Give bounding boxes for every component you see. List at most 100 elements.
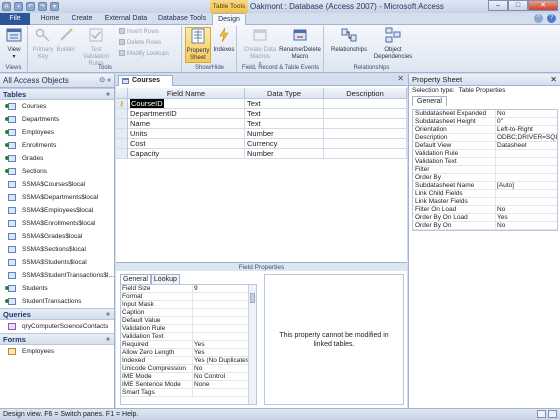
tab-design[interactable]: Design (212, 13, 246, 25)
property-row[interactable]: Field Size 9 (121, 285, 256, 293)
collapse-icon[interactable]: « (106, 89, 110, 100)
redo-icon[interactable]: ↷ (38, 2, 47, 11)
datasheet-view-icon[interactable] (537, 410, 546, 418)
property-row[interactable]: Filter (413, 166, 557, 174)
tab-general[interactable]: General (120, 274, 151, 284)
property-row[interactable]: Subdatasheet Height 0" (413, 118, 557, 126)
data-type-cell[interactable]: Text (245, 109, 324, 119)
maximize-button[interactable]: □ (508, 0, 528, 11)
view-button[interactable]: View ▾ (2, 27, 26, 61)
close-icon[interactable]: ✕ (550, 74, 557, 86)
field-name-cell[interactable]: Units (128, 129, 245, 139)
scrollbar-thumb[interactable] (250, 293, 255, 303)
nav-item-courses[interactable]: Courses (0, 100, 114, 113)
nav-item-employees-form[interactable]: Employees (0, 345, 114, 358)
description-cell[interactable] (324, 149, 407, 159)
help-icon[interactable]: ? (547, 14, 556, 23)
property-row[interactable]: Unicode Compression No (121, 365, 256, 373)
data-type-cell[interactable]: Currency (245, 139, 324, 149)
create-data-macros-button[interactable]: Create Data Macros ▾ (242, 27, 278, 68)
property-row[interactable]: Format (121, 293, 256, 301)
row-selector[interactable]: ⚷ (116, 99, 128, 109)
relationships-button[interactable]: Relationships (329, 27, 369, 54)
nav-item-employees[interactable]: Employees (0, 126, 114, 139)
property-row[interactable]: Subdatasheet Expanded No (413, 110, 557, 118)
data-type-cell[interactable]: Text (245, 119, 324, 129)
field-name-cell[interactable]: Capacity (128, 149, 245, 159)
property-row[interactable]: Indexed Yes (No Duplicates) (121, 357, 256, 365)
property-row[interactable]: Default Value (121, 317, 256, 325)
nav-item-enrollments[interactable]: Enrollments (0, 139, 114, 152)
nav-item-students[interactable]: Students (0, 282, 114, 295)
nav-item-grades[interactable]: Grades (0, 152, 114, 165)
table-row[interactable]: Cost Currency (116, 139, 407, 149)
description-cell[interactable] (324, 139, 407, 149)
nav-item-departments[interactable]: Departments (0, 113, 114, 126)
collapse-icon[interactable]: « (106, 309, 110, 320)
row-selector[interactable] (116, 129, 128, 139)
nav-group-queries[interactable]: Queries « (0, 308, 114, 320)
nav-item-ssma-studenttransactions-local[interactable]: SSMA$StudentTransactions$l... (0, 269, 114, 282)
primary-key-button[interactable]: Primary Key (31, 27, 55, 61)
property-row[interactable]: Order By On No (413, 222, 557, 230)
property-sheet-button[interactable]: Property Sheet (185, 27, 211, 63)
property-row[interactable]: Validation Rule (413, 150, 557, 158)
description-cell[interactable] (324, 109, 407, 119)
row-selector[interactable] (116, 119, 128, 129)
rename-delete-macro-button[interactable]: Rename/Delete Macro (278, 27, 322, 61)
document-tab-courses[interactable]: Courses (118, 75, 173, 86)
nav-item-ssma-sections-local[interactable]: SSMA$Sections$local (0, 243, 114, 256)
nav-item-ssma-students-local[interactable]: SSMA$Students$local (0, 256, 114, 269)
description-cell[interactable] (324, 129, 407, 139)
tab-file[interactable]: File (0, 13, 30, 25)
table-row[interactable]: ⚷ CourseID Text (116, 99, 407, 109)
field-name-cell[interactable]: DepartmentID (128, 109, 245, 119)
field-name-cell[interactable]: Cost (128, 139, 245, 149)
field-name-cell[interactable]: Name (128, 119, 245, 129)
nav-item-ssma-courses-local[interactable]: SSMA$Courses$local (0, 178, 114, 191)
property-row[interactable]: Order By (413, 174, 557, 182)
row-selector[interactable] (116, 139, 128, 149)
row-selector[interactable] (116, 149, 128, 159)
undo-icon[interactable]: ↶ (26, 2, 35, 11)
design-view-icon[interactable] (548, 410, 557, 418)
builder-button[interactable]: Builder (54, 27, 78, 54)
nav-item-ssma-grades-local[interactable]: SSMA$Grades$local (0, 230, 114, 243)
table-row[interactable]: DepartmentID Text (116, 109, 407, 119)
customize-qat-icon[interactable]: ▾ (50, 2, 59, 11)
nav-group-tables[interactable]: Tables « (0, 88, 114, 100)
selected-field-name[interactable]: CourseID (130, 99, 164, 108)
tab-general[interactable]: General (412, 96, 447, 106)
close-button[interactable]: ✕ (528, 0, 558, 11)
row-selector[interactable] (116, 109, 128, 119)
property-row[interactable]: Default View Datasheet (413, 142, 557, 150)
table-row[interactable]: Capacity Number (116, 149, 407, 159)
property-row[interactable]: IME Mode No Control (121, 373, 256, 381)
modify-lookups-button[interactable]: Modify Lookups (119, 50, 169, 58)
nav-item-qrycomputersciencecontacts[interactable]: qryComputerScienceContacts (0, 320, 114, 333)
property-row[interactable]: Smart Tags (121, 389, 256, 397)
property-row[interactable]: Input Mask (121, 301, 256, 309)
minimize-button[interactable]: – (488, 0, 508, 11)
property-row[interactable]: Link Master Fields (413, 198, 557, 206)
data-type-cell[interactable]: Number (245, 149, 324, 159)
nav-item-ssma-enrollments-local[interactable]: SSMA$Enrollments$local (0, 217, 114, 230)
minimize-ribbon-icon[interactable]: ^ (534, 14, 543, 23)
nav-item-studenttransactions[interactable]: StudentTransactions (0, 295, 114, 308)
property-row[interactable]: IME Sentence Mode None (121, 381, 256, 389)
nav-group-forms[interactable]: Forms « (0, 333, 114, 345)
close-document-icon[interactable]: ✕ (397, 74, 404, 83)
tab-external-data[interactable]: External Data (100, 13, 152, 25)
description-cell[interactable] (324, 99, 407, 109)
field-name-cell[interactable]: CourseID (128, 99, 245, 109)
tab-create[interactable]: Create (66, 13, 98, 25)
tab-database-tools[interactable]: Database Tools (153, 13, 211, 25)
nav-item-ssma-departments-local[interactable]: SSMA$Departments$local (0, 191, 114, 204)
object-dependencies-button[interactable]: Object Dependencies (371, 27, 415, 61)
property-row[interactable]: Validation Text (121, 333, 256, 341)
data-type-cell[interactable]: Text (245, 99, 324, 109)
property-row[interactable]: Required Yes (121, 341, 256, 349)
indexes-button[interactable]: Indexes (212, 27, 236, 54)
property-row[interactable]: Subdatasheet Name [Auto] (413, 182, 557, 190)
test-validation-rules-button[interactable]: Test Validation Rules (77, 27, 115, 68)
